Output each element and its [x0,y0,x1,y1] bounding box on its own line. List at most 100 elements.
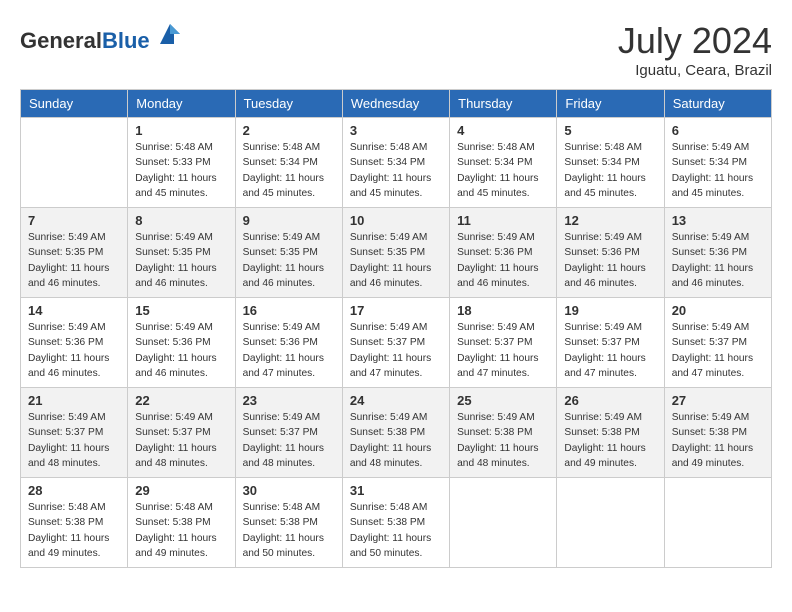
calendar-cell: 3Sunrise: 5:48 AMSunset: 5:34 PMDaylight… [342,118,449,208]
calendar-cell: 5 Sunrise: 5:48 AMSunset: 5:34 PMDaylight… [557,118,664,208]
day-info: Sunrise: 5:49 AMSunset: 5:36 PMDaylight:… [28,320,120,381]
day-info: Sunrise: 5:48 AMSunset: 5:38 PMDaylight:… [135,500,227,561]
day-info: Sunrise: 5:49 AMSunset: 5:36 PMDaylight:… [135,320,227,381]
calendar-cell: 30 Sunrise: 5:48 AMSunset: 5:38 PMDayligh… [235,478,342,568]
day-info: Sunrise: 5:48 AMSunset: 5:34 PMDaylight:… [350,140,442,201]
day-number: 6 [672,123,764,138]
logo: GeneralBlue [20,20,184,54]
calendar-cell: 18 Sunrise: 5:49 AMSunset: 5:37 PMDayligh… [450,298,557,388]
day-info: Sunrise: 5:48 AMSunset: 5:38 PMDaylight:… [350,500,442,561]
day-info: Sunrise: 5:49 AMSunset: 5:38 PMDaylight:… [457,410,549,471]
calendar-week-row: 21 Sunrise: 5:49 AMSunset: 5:37 PMDayligh… [21,388,772,478]
day-number: 25 [457,393,549,408]
day-info: Sunrise: 5:49 AMSunset: 5:36 PMDaylight:… [564,230,656,291]
day-info: Sunrise: 5:49 AMSunset: 5:37 PMDaylight:… [672,320,764,381]
calendar-cell: 23 Sunrise: 5:49 AMSunset: 5:37 PMDayligh… [235,388,342,478]
column-header-wednesday: Wednesday [342,90,449,118]
day-info: Sunrise: 5:49 AMSunset: 5:37 PMDaylight:… [457,320,549,381]
day-info: Sunrise: 5:49 AMSunset: 5:38 PMDaylight:… [564,410,656,471]
day-number: 13 [672,213,764,228]
day-info: Sunrise: 5:49 AMSunset: 5:37 PMDaylight:… [350,320,442,381]
day-number: 26 [564,393,656,408]
calendar-cell: 15 Sunrise: 5:49 AMSunset: 5:36 PMDayligh… [128,298,235,388]
calendar-cell: 26 Sunrise: 5:49 AMSunset: 5:38 PMDayligh… [557,388,664,478]
day-number: 18 [457,303,549,318]
location-label: Iguatu, Ceara, Brazil [618,62,772,79]
column-header-tuesday: Tuesday [235,90,342,118]
calendar-cell [664,478,771,568]
day-number: 9 [243,213,335,228]
day-number: 29 [135,483,227,498]
calendar-cell: 16 Sunrise: 5:49 AMSunset: 5:36 PMDayligh… [235,298,342,388]
calendar-cell: 12 Sunrise: 5:49 AMSunset: 5:36 PMDayligh… [557,208,664,298]
day-info: Sunrise: 5:48 AMSunset: 5:34 PMDaylight:… [243,140,335,201]
calendar-week-row: 28 Sunrise: 5:48 AMSunset: 5:38 PMDayligh… [21,478,772,568]
calendar-cell: 27Sunrise: 5:49 AMSunset: 5:38 PMDayligh… [664,388,771,478]
calendar-cell [557,478,664,568]
logo-icon [156,20,184,48]
day-number: 16 [243,303,335,318]
calendar-cell: 29 Sunrise: 5:48 AMSunset: 5:38 PMDayligh… [128,478,235,568]
calendar-cell: 4 Sunrise: 5:48 AMSunset: 5:34 PMDaylight… [450,118,557,208]
day-number: 31 [350,483,442,498]
column-header-saturday: Saturday [664,90,771,118]
day-number: 12 [564,213,656,228]
calendar-cell: 13Sunrise: 5:49 AMSunset: 5:36 PMDayligh… [664,208,771,298]
calendar-header-row: SundayMondayTuesdayWednesdayThursdayFrid… [21,90,772,118]
day-number: 22 [135,393,227,408]
column-header-thursday: Thursday [450,90,557,118]
day-info: Sunrise: 5:49 AMSunset: 5:37 PMDaylight:… [135,410,227,471]
day-number: 23 [243,393,335,408]
calendar-cell: 6Sunrise: 5:49 AMSunset: 5:34 PMDaylight… [664,118,771,208]
day-number: 21 [28,393,120,408]
calendar-cell: 11 Sunrise: 5:49 AMSunset: 5:36 PMDayligh… [450,208,557,298]
logo-general: General [20,28,102,53]
calendar-cell: 22 Sunrise: 5:49 AMSunset: 5:37 PMDayligh… [128,388,235,478]
day-info: Sunrise: 5:48 AMSunset: 5:34 PMDaylight:… [564,140,656,201]
day-info: Sunrise: 5:49 AMSunset: 5:36 PMDaylight:… [457,230,549,291]
day-number: 27 [672,393,764,408]
day-number: 5 [564,123,656,138]
day-info: Sunrise: 5:48 AMSunset: 5:38 PMDaylight:… [243,500,335,561]
day-number: 30 [243,483,335,498]
day-number: 4 [457,123,549,138]
calendar-week-row: 14 Sunrise: 5:49 AMSunset: 5:36 PMDayligh… [21,298,772,388]
day-info: Sunrise: 5:49 AMSunset: 5:35 PMDaylight:… [350,230,442,291]
month-year-title: July 2024 [618,20,772,62]
day-info: Sunrise: 5:49 AMSunset: 5:36 PMDaylight:… [243,320,335,381]
logo-blue: Blue [102,28,150,53]
day-number: 17 [350,303,442,318]
day-info: Sunrise: 5:49 AMSunset: 5:35 PMDaylight:… [28,230,120,291]
day-number: 28 [28,483,120,498]
calendar-week-row: 1 Sunrise: 5:48 AMSunset: 5:33 PMDaylight… [21,118,772,208]
day-info: Sunrise: 5:49 AMSunset: 5:38 PMDaylight:… [350,410,442,471]
calendar-cell: 21 Sunrise: 5:49 AMSunset: 5:37 PMDayligh… [21,388,128,478]
calendar-cell: 10 Sunrise: 5:49 AMSunset: 5:35 PMDayligh… [342,208,449,298]
day-number: 14 [28,303,120,318]
day-number: 2 [243,123,335,138]
calendar-cell: 8Sunrise: 5:49 AMSunset: 5:35 PMDaylight… [128,208,235,298]
day-number: 8 [135,213,227,228]
calendar-cell: 14 Sunrise: 5:49 AMSunset: 5:36 PMDayligh… [21,298,128,388]
day-number: 11 [457,213,549,228]
calendar-cell: 28Sunrise: 5:48 AMSunset: 5:38 PMDayligh… [21,478,128,568]
day-info: Sunrise: 5:48 AMSunset: 5:34 PMDaylight:… [457,140,549,201]
day-number: 19 [564,303,656,318]
calendar-cell: 1 Sunrise: 5:48 AMSunset: 5:33 PMDaylight… [128,118,235,208]
column-header-sunday: Sunday [21,90,128,118]
calendar-cell: 20Sunrise: 5:49 AMSunset: 5:37 PMDayligh… [664,298,771,388]
day-info: Sunrise: 5:49 AMSunset: 5:37 PMDaylight:… [28,410,120,471]
column-header-monday: Monday [128,90,235,118]
day-number: 1 [135,123,227,138]
day-number: 7 [28,213,120,228]
calendar-cell: 25 Sunrise: 5:49 AMSunset: 5:38 PMDayligh… [450,388,557,478]
calendar-cell: 31 Sunrise: 5:48 AMSunset: 5:38 PMDayligh… [342,478,449,568]
day-number: 10 [350,213,442,228]
day-info: Sunrise: 5:49 AMSunset: 5:37 PMDaylight:… [243,410,335,471]
day-info: Sunrise: 5:48 AMSunset: 5:33 PMDaylight:… [135,140,227,201]
calendar-cell: 2 Sunrise: 5:48 AMSunset: 5:34 PMDaylight… [235,118,342,208]
title-block: July 2024 Iguatu, Ceara, Brazil [618,20,772,79]
calendar-cell [450,478,557,568]
calendar-cell: 17 Sunrise: 5:49 AMSunset: 5:37 PMDayligh… [342,298,449,388]
day-number: 15 [135,303,227,318]
